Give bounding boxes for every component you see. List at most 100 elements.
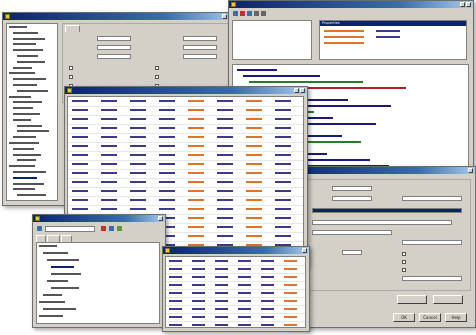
tree-item[interactable]	[13, 118, 31, 121]
checkbox-7[interactable]	[402, 252, 406, 256]
tree-item[interactable]	[9, 95, 31, 98]
settings-tabs[interactable]	[65, 25, 80, 32]
tree-item[interactable]	[17, 60, 45, 63]
tool-icon[interactable]	[117, 226, 122, 231]
field-3[interactable]	[97, 54, 131, 59]
tab-1[interactable]	[36, 235, 47, 242]
form-field-2[interactable]	[332, 196, 372, 201]
tree-item[interactable]	[13, 49, 43, 52]
tree-item[interactable]	[13, 176, 37, 179]
tree-item[interactable]	[13, 153, 41, 156]
tree-item[interactable]	[47, 280, 68, 282]
property-value[interactable]	[376, 36, 400, 38]
checkbox-8[interactable]	[402, 260, 406, 264]
checkbox-2[interactable]	[69, 75, 73, 79]
form-field-3[interactable]	[402, 196, 462, 201]
browser-titlebar[interactable]	[33, 215, 165, 222]
tool-icon[interactable]	[109, 226, 114, 231]
maximize-button[interactable]	[222, 14, 227, 19]
tool-icon[interactable]	[101, 226, 106, 231]
tree-item[interactable]	[51, 266, 74, 268]
field-5[interactable]	[183, 45, 217, 50]
tree-item[interactable]	[9, 142, 39, 144]
tree-item[interactable]	[9, 26, 27, 28]
server-combo[interactable]	[45, 226, 95, 232]
tab-2[interactable]	[47, 235, 61, 242]
field-6[interactable]	[183, 54, 217, 59]
form-field-4[interactable]	[312, 208, 462, 213]
tree-item[interactable]	[13, 136, 36, 139]
close-button[interactable]	[300, 88, 305, 93]
tool-icon[interactable]	[233, 11, 238, 16]
property-row[interactable]	[324, 42, 364, 44]
tree-item[interactable]	[43, 308, 76, 310]
maximize-button[interactable]	[460, 2, 465, 7]
tree-item[interactable]	[51, 287, 79, 289]
settings-titlebar[interactable]	[3, 13, 235, 20]
close-button[interactable]	[466, 2, 471, 7]
button-5[interactable]	[433, 295, 463, 304]
tree-item[interactable]	[13, 171, 46, 173]
tree-item[interactable]	[13, 147, 34, 150]
tree-item[interactable]	[13, 43, 36, 46]
tree-item[interactable]	[43, 252, 68, 254]
tree-item[interactable]	[17, 130, 49, 133]
form-field-9[interactable]	[402, 276, 462, 281]
editor-top-titlebar[interactable]	[229, 1, 473, 8]
checkbox-9[interactable]	[402, 268, 406, 272]
tree-item[interactable]	[9, 72, 35, 75]
tool-icon[interactable]	[261, 11, 266, 16]
form-field-7[interactable]	[402, 240, 462, 245]
table-row[interactable]	[166, 321, 305, 327]
tree-item[interactable]	[17, 55, 38, 57]
property-row[interactable]	[324, 36, 364, 38]
table-grid-titlebar[interactable]	[65, 87, 307, 94]
checkbox-4[interactable]	[155, 66, 159, 70]
field-1[interactable]	[97, 36, 131, 41]
tree-item[interactable]	[13, 37, 45, 40]
tree-item[interactable]	[13, 84, 37, 86]
editor-list[interactable]	[232, 20, 312, 60]
tree-item[interactable]	[13, 78, 46, 81]
close-button[interactable]	[302, 248, 307, 253]
tree-item[interactable]	[13, 66, 32, 69]
checkbox-1[interactable]	[69, 66, 73, 70]
tree-item[interactable]	[13, 31, 38, 34]
checkbox-5[interactable]	[155, 75, 159, 79]
tool-icon[interactable]	[254, 11, 259, 16]
tree-item[interactable]	[43, 294, 62, 296]
tree-item[interactable]	[13, 107, 33, 110]
tree-item[interactable]	[13, 101, 42, 104]
list-grid[interactable]	[165, 256, 306, 328]
editor-right-titlebar[interactable]	[287, 167, 475, 174]
field-4[interactable]	[183, 36, 217, 41]
browser-tree[interactable]	[36, 242, 160, 324]
list-titlebar[interactable]	[163, 247, 309, 254]
tree-item[interactable]	[9, 165, 35, 168]
tool-icon[interactable]	[240, 11, 245, 16]
tree-item[interactable]	[17, 124, 42, 127]
tree-item[interactable]	[51, 273, 81, 275]
property-row[interactable]	[324, 30, 364, 32]
tree-item[interactable]	[13, 113, 40, 115]
form-field-5[interactable]	[312, 220, 452, 225]
maximize-button[interactable]	[294, 88, 299, 93]
properties-panel[interactable]: Properties	[319, 20, 467, 60]
tree-item[interactable]	[39, 301, 65, 303]
tree-item[interactable]	[13, 188, 35, 191]
cancel-button[interactable]: Cancel	[419, 313, 441, 322]
tab-3[interactable]	[61, 235, 72, 242]
tree-item[interactable]	[17, 194, 46, 197]
tool-icon[interactable]	[247, 11, 252, 16]
tree-item[interactable]	[39, 315, 63, 317]
button-4[interactable]	[397, 295, 427, 304]
tree-item[interactable]	[17, 89, 48, 92]
tree-item[interactable]	[47, 259, 79, 261]
tree-item[interactable]	[39, 245, 57, 247]
form-field-6[interactable]	[312, 230, 392, 235]
ok-button[interactable]: OK	[393, 313, 415, 322]
property-value[interactable]	[376, 30, 400, 32]
tree-item[interactable]	[17, 159, 36, 162]
field-2[interactable]	[97, 45, 131, 50]
form-field-1[interactable]	[332, 186, 372, 191]
